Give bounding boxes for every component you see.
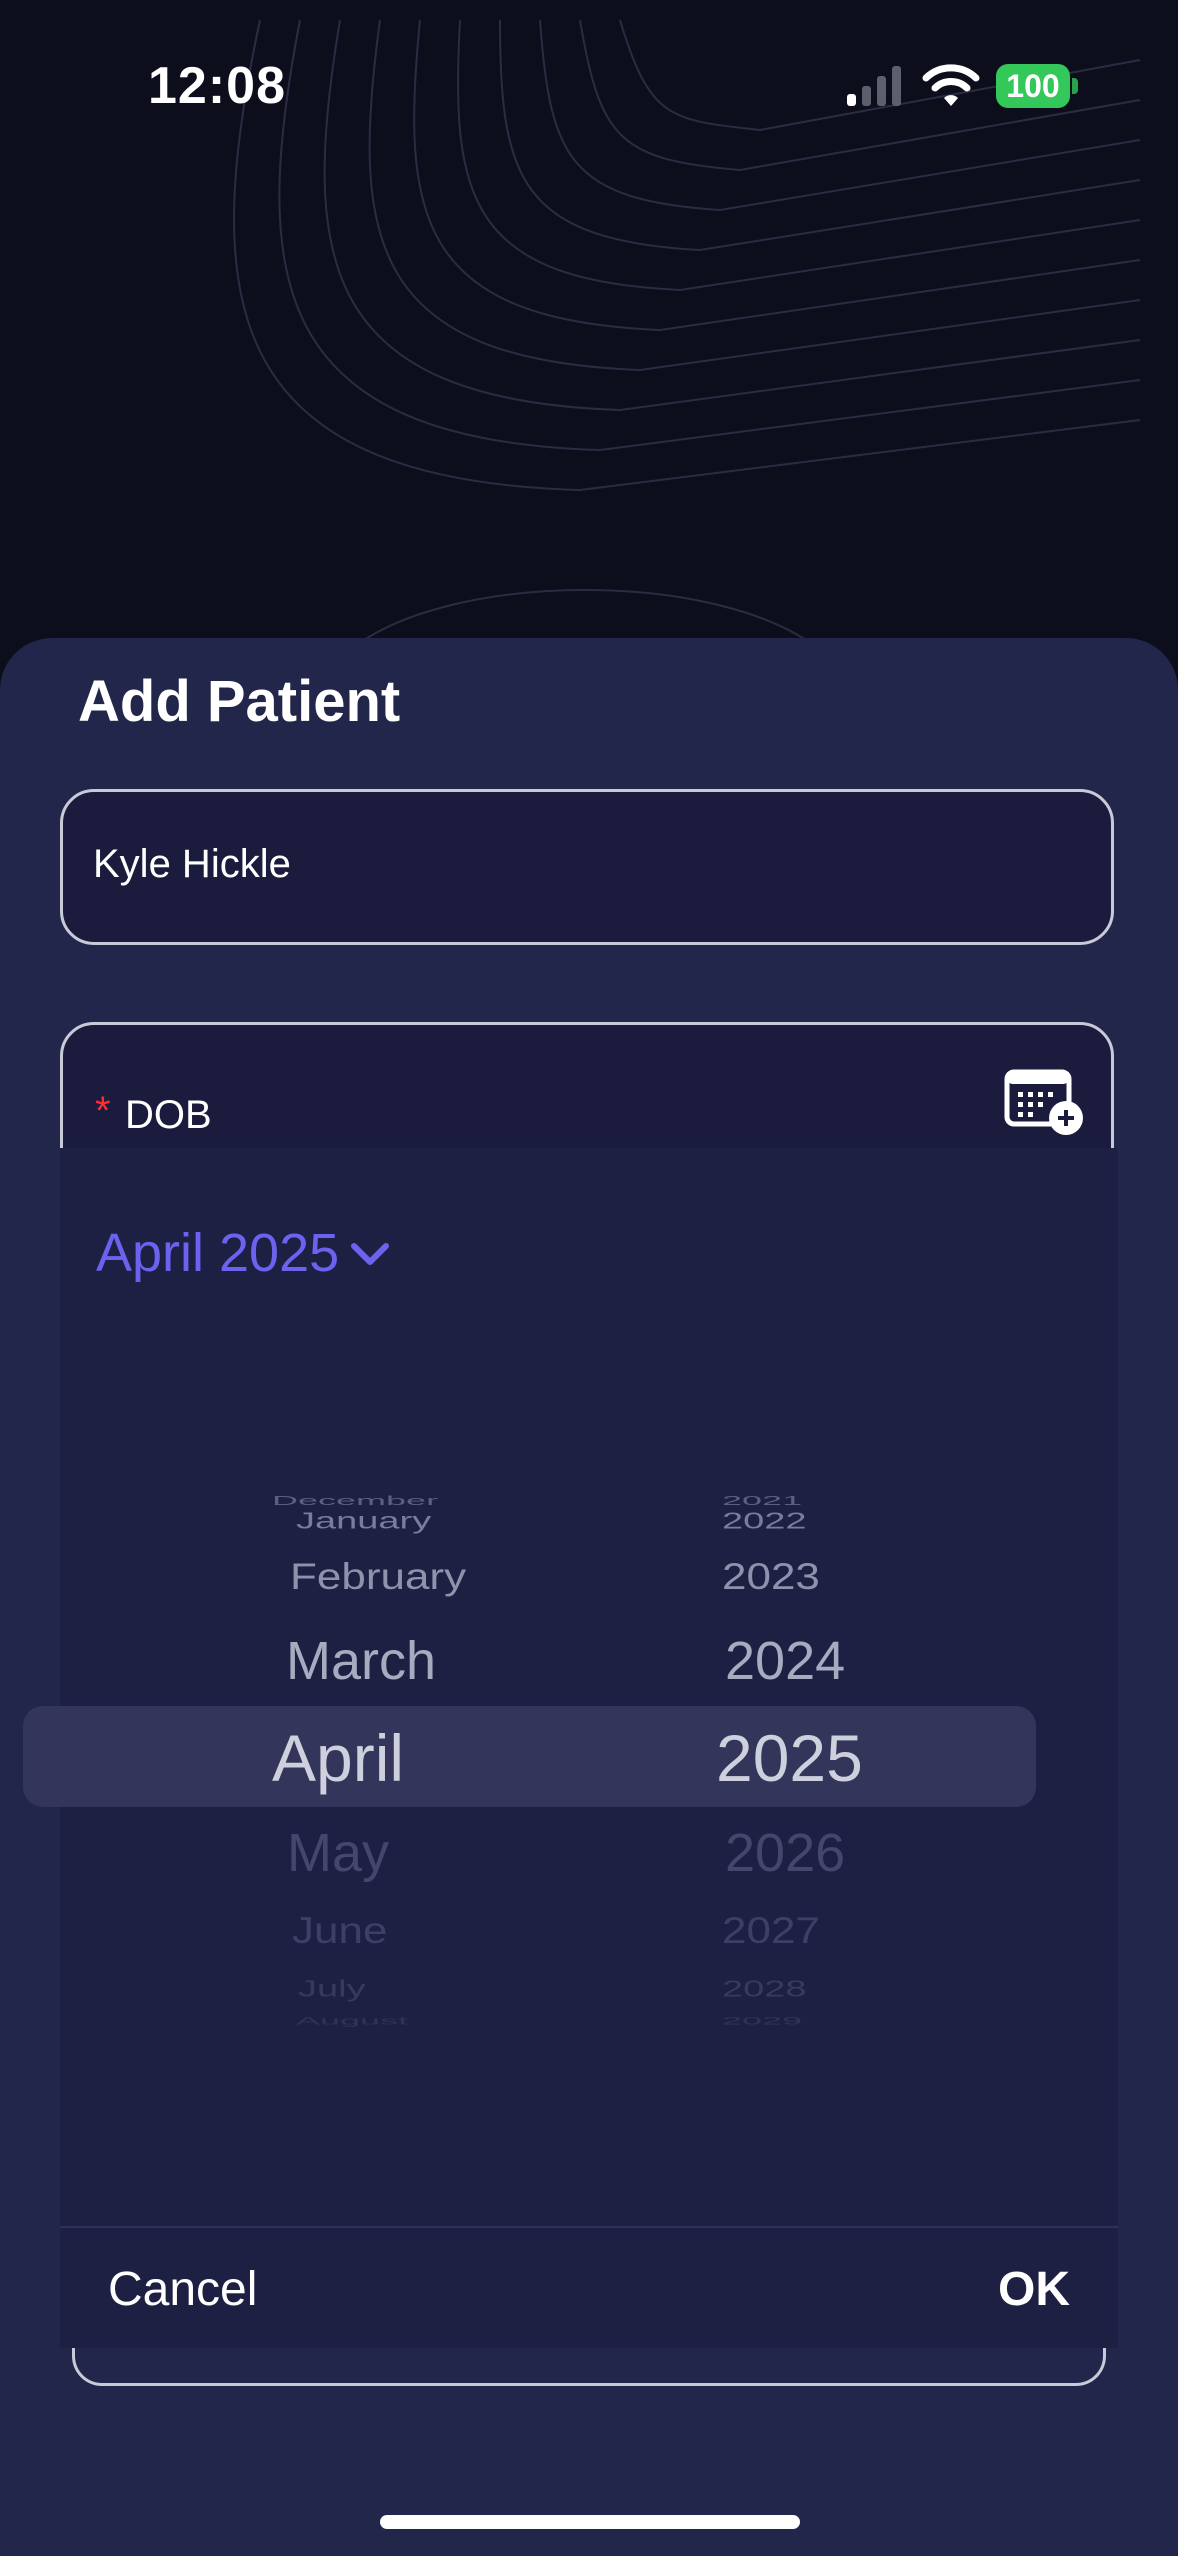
year-wheel-item[interactable]: 2028 bbox=[722, 1977, 807, 2003]
year-wheel-item-selected[interactable]: 2025 bbox=[716, 1720, 863, 1796]
month-wheel-item[interactable]: July bbox=[298, 1977, 366, 2003]
battery-level: 100 bbox=[996, 64, 1070, 108]
chevron-down-icon[interactable] bbox=[350, 1240, 390, 1270]
year-wheel-item[interactable]: 2027 bbox=[722, 1910, 820, 1953]
selection-highlight bbox=[23, 1706, 1036, 1807]
year-wheel-item[interactable]: 2024 bbox=[725, 1630, 845, 1692]
required-marker: * bbox=[95, 1089, 111, 1133]
dob-label: DOB bbox=[125, 1093, 212, 1137]
cellular-signal-icon bbox=[847, 66, 901, 106]
month-wheel-item[interactable]: January bbox=[296, 1509, 431, 1535]
ok-button[interactable]: OK bbox=[998, 2262, 1070, 2317]
year-wheel-item[interactable]: 2023 bbox=[722, 1556, 820, 1599]
month-wheel-item[interactable]: August bbox=[296, 2015, 408, 2028]
month-wheel-item-selected[interactable]: April bbox=[272, 1720, 404, 1796]
patient-name-value: Kyle Hickle bbox=[93, 842, 291, 886]
month-wheel-item[interactable]: February bbox=[290, 1556, 466, 1599]
picker-divider bbox=[60, 2226, 1118, 2228]
calendar-add-icon[interactable] bbox=[1004, 1068, 1086, 1138]
year-wheel-item[interactable]: 2022 bbox=[722, 1509, 807, 1535]
home-indicator[interactable] bbox=[380, 2515, 800, 2529]
cancel-button[interactable]: Cancel bbox=[108, 2262, 257, 2317]
year-wheel-item[interactable]: 2029 bbox=[722, 2015, 802, 2028]
patient-name-field[interactable]: Kyle Hickle bbox=[60, 789, 1114, 945]
sheet-title: Add Patient bbox=[78, 669, 401, 734]
status-time: 12:08 bbox=[148, 57, 286, 115]
battery-indicator: 100 bbox=[996, 64, 1080, 108]
month-wheel-item[interactable]: March bbox=[286, 1630, 436, 1692]
year-wheel-item[interactable]: 2021 bbox=[722, 1494, 802, 1509]
month-wheel-item[interactable]: June bbox=[292, 1910, 387, 1953]
status-bar: 12:08 100 bbox=[0, 0, 1178, 170]
month-wheel-item[interactable]: May bbox=[287, 1822, 389, 1884]
month-year-header[interactable]: April 2025 bbox=[96, 1222, 339, 1284]
month-wheel-item[interactable]: December bbox=[272, 1494, 438, 1509]
wifi-icon bbox=[922, 64, 980, 106]
year-wheel-item[interactable]: 2026 bbox=[725, 1822, 845, 1884]
